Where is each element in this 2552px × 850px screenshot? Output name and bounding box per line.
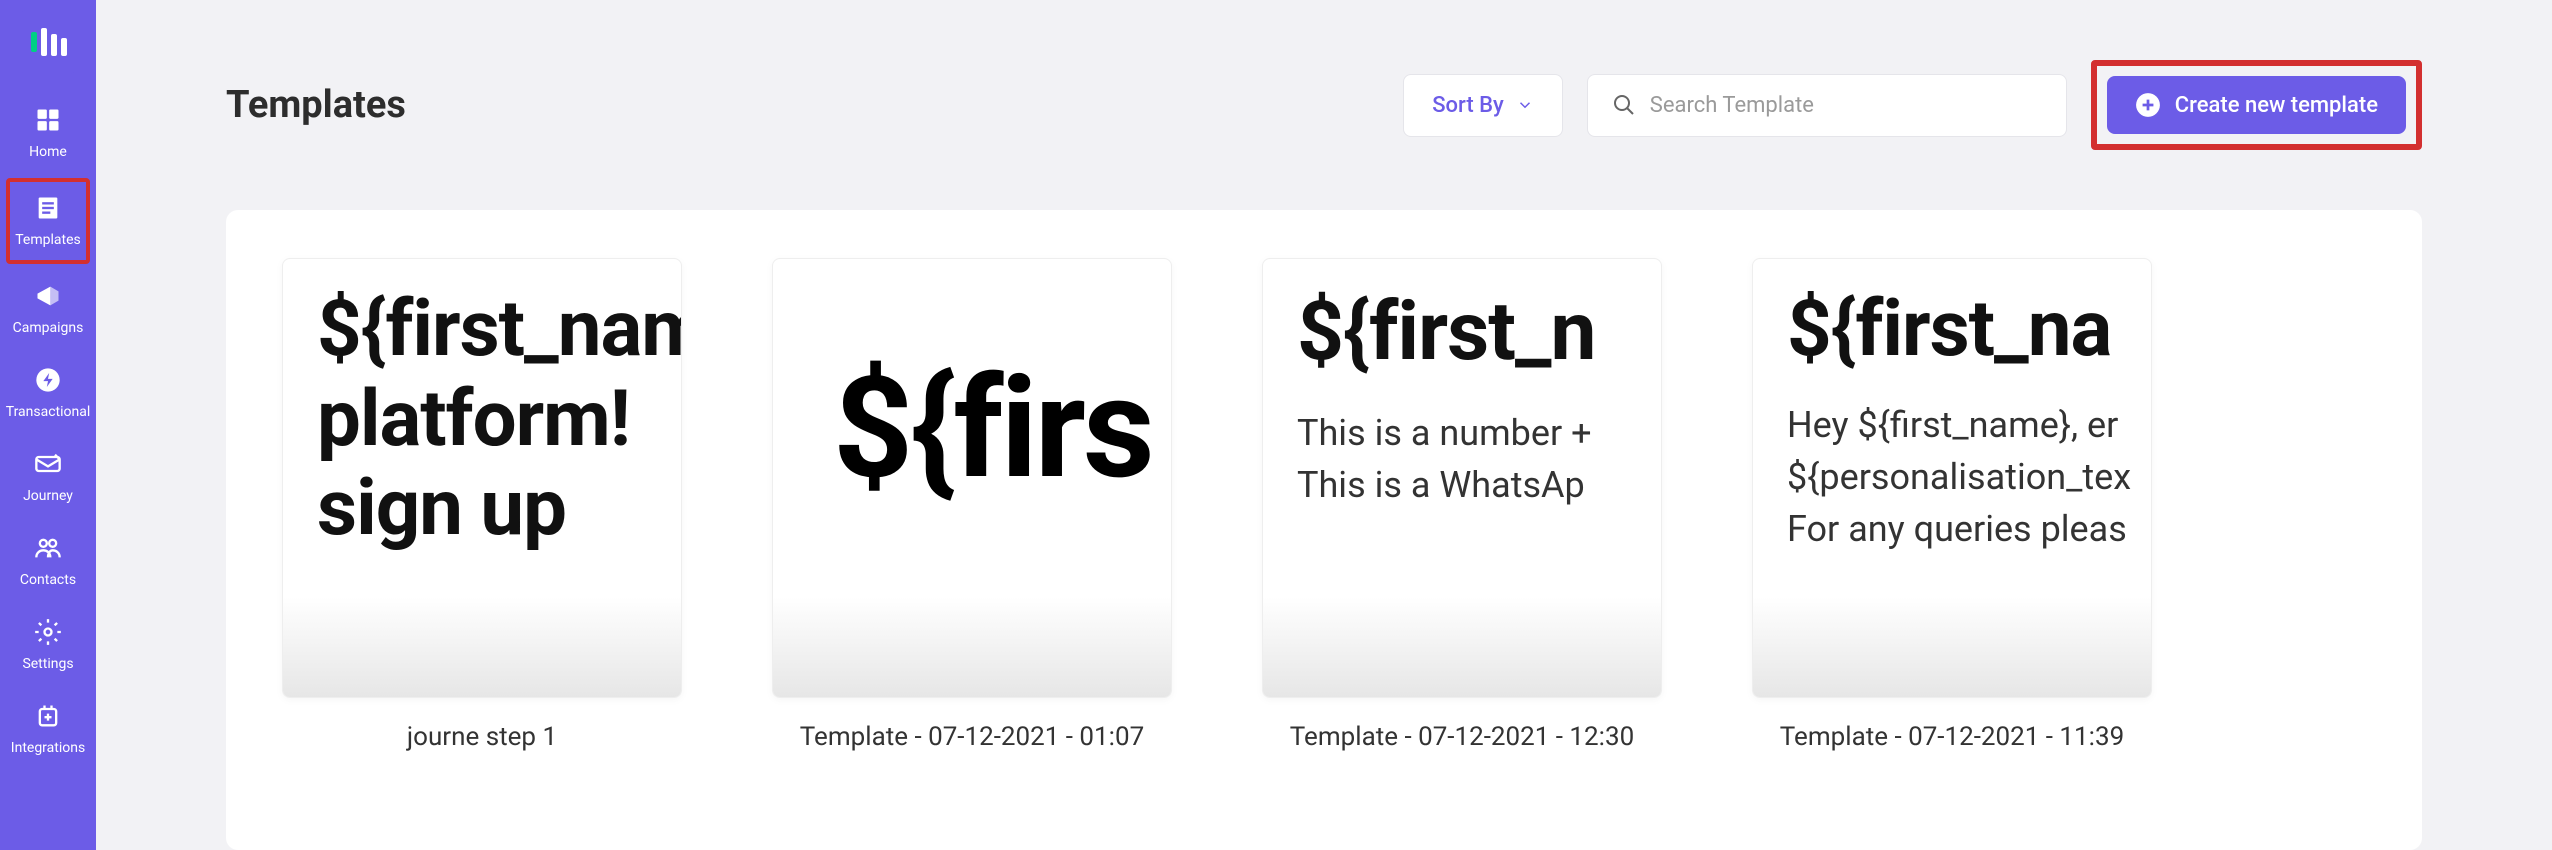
sidebar-item-transactional[interactable]: Transactional <box>6 354 90 432</box>
sidebar-item-label: Integrations <box>11 740 85 756</box>
plus-circle-icon <box>2135 92 2161 118</box>
journey-icon <box>34 450 62 482</box>
chevron-down-icon <box>1516 96 1534 114</box>
sidebar-item-label: Contacts <box>20 572 76 588</box>
templates-panel: ${first_name} platform! sign up journe s… <box>226 210 2422 850</box>
sidebar-item-campaigns[interactable]: Campaigns <box>6 270 90 348</box>
main-content: Templates Sort By Create new template <box>96 0 2552 850</box>
template-title: Template - 07-12-2021 - 12:30 <box>1290 722 1634 752</box>
preview-body: This is a number + This is a WhatsAp <box>1297 407 1662 511</box>
sidebar-item-label: Home <box>29 144 67 160</box>
template-title: Template - 07-12-2021 - 01:07 <box>800 722 1144 752</box>
sidebar-item-label: Settings <box>22 656 73 672</box>
sort-by-button[interactable]: Sort By <box>1403 74 1563 137</box>
sidebar-item-journey[interactable]: Journey <box>6 438 90 516</box>
create-button-highlight: Create new template <box>2091 60 2422 150</box>
sort-label: Sort By <box>1432 93 1504 118</box>
sidebar-item-templates[interactable]: Templates <box>6 178 90 264</box>
search-icon <box>1612 93 1636 117</box>
integrations-icon <box>34 702 62 734</box>
sidebar-item-contacts[interactable]: Contacts <box>6 522 90 600</box>
template-card[interactable]: ${first_na Hey ${first_name}, er ${perso… <box>1752 258 2152 752</box>
template-preview: ${first_na Hey ${first_name}, er ${perso… <box>1752 258 2152 698</box>
sidebar-item-label: Templates <box>15 232 81 248</box>
create-new-template-button[interactable]: Create new template <box>2107 76 2406 134</box>
sidebar: Home Templates Campaigns Transactional J… <box>0 0 96 850</box>
template-card[interactable]: ${first_name} platform! sign up journe s… <box>282 258 682 752</box>
template-title: Template - 07-12-2021 - 11:39 <box>1780 722 2124 752</box>
preview-text: ${first_name} platform! sign up <box>317 285 682 554</box>
template-grid: ${first_name} platform! sign up journe s… <box>282 258 2366 752</box>
settings-icon <box>34 618 62 650</box>
preview-body: Hey ${first_name}, er ${personalisation_… <box>1787 399 2152 556</box>
template-card[interactable]: ${firs Template - 07-12-2021 - 01:07 <box>772 258 1172 752</box>
app-logo[interactable] <box>16 10 80 74</box>
template-title: journe step 1 <box>407 722 557 752</box>
header-controls: Sort By Create new template <box>1403 60 2422 150</box>
header-row: Templates Sort By Create new template <box>226 60 2422 150</box>
search-box[interactable] <box>1587 74 2067 137</box>
template-preview: ${firs <box>772 258 1172 698</box>
home-icon <box>34 106 62 138</box>
page-title: Templates <box>226 83 406 127</box>
sidebar-item-settings[interactable]: Settings <box>6 606 90 684</box>
template-preview: ${first_name} platform! sign up <box>282 258 682 698</box>
sidebar-item-home[interactable]: Home <box>6 94 90 172</box>
sidebar-item-label: Transactional <box>6 404 91 420</box>
templates-icon <box>34 194 62 226</box>
preview-text: ${firs <box>833 359 1152 499</box>
preview-text: ${first_na <box>1787 285 2152 375</box>
contacts-icon <box>34 534 62 566</box>
template-preview: ${first_n This is a number + This is a W… <box>1262 258 1662 698</box>
campaigns-icon <box>34 282 62 314</box>
create-label: Create new template <box>2175 93 2378 118</box>
sidebar-item-label: Journey <box>23 488 73 504</box>
search-input[interactable] <box>1650 93 2042 118</box>
sidebar-item-label: Campaigns <box>13 320 84 336</box>
preview-text: ${first_n <box>1297 285 1662 379</box>
template-card[interactable]: ${first_n This is a number + This is a W… <box>1262 258 1662 752</box>
sidebar-item-integrations[interactable]: Integrations <box>6 690 90 768</box>
transactional-icon <box>34 366 62 398</box>
